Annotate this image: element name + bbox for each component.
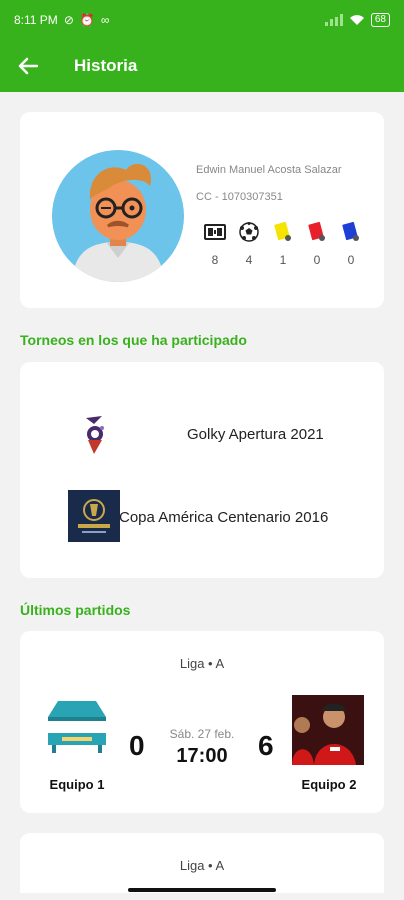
stat-red-cards: 0 <box>300 220 334 267</box>
torneos-card: Golky Apertura 2021 Copa América Centena… <box>20 362 384 578</box>
stats-row: 8 4 1 0 0 <box>198 220 368 267</box>
stat-value: 8 <box>211 253 219 267</box>
wifi-icon <box>349 15 364 25</box>
alarm-icon: ⏰ <box>79 13 95 27</box>
avatar <box>52 150 184 282</box>
partidos-section-title: Últimos partidos <box>20 602 131 618</box>
away-team-logo <box>292 695 364 765</box>
player-name: Edwin Manuel Acosta Salazar <box>196 164 342 176</box>
match-card[interactable]: Liga • A <box>20 833 384 893</box>
stat-value: 0 <box>347 253 355 267</box>
match-date: Sáb. 27 feb. <box>169 727 235 741</box>
home-indicator[interactable] <box>128 888 276 892</box>
blue-card-icon <box>342 221 359 241</box>
signal-icon <box>324 14 343 26</box>
stat-blue-cards: 0 <box>334 220 368 267</box>
torneos-section-title: Torneos en los que ha participado <box>20 332 247 348</box>
yellow-card-icon <box>274 221 291 241</box>
golky-logo <box>80 414 110 456</box>
app-bar: Historia <box>0 40 404 92</box>
torneo-item[interactable]: Copa América Centenario 2016 <box>20 490 384 544</box>
player-id: CC - 1070307351 <box>196 191 283 203</box>
scoreboard-icon <box>204 224 226 240</box>
copa-america-logo <box>68 490 120 542</box>
torneo-item[interactable]: Golky Apertura 2021 <box>20 412 384 458</box>
torneo-name: Copa América Centenario 2016 <box>119 509 329 526</box>
back-button[interactable] <box>0 40 56 92</box>
torneo-name: Golky Apertura 2021 <box>187 426 324 443</box>
status-bar: 8:11 PM ⊘ ⏰ ∞ 68 <box>0 0 404 40</box>
stat-value: 4 <box>245 253 253 267</box>
match-league: Liga • A <box>179 858 225 873</box>
stat-matches: 8 <box>198 220 232 267</box>
stat-value: 1 <box>279 253 287 267</box>
match-league: Liga • A <box>179 656 225 671</box>
status-time: 8:11 PM <box>14 13 58 27</box>
stat-value: 0 <box>313 253 321 267</box>
away-team-name: Equipo 2 <box>301 777 357 792</box>
red-card-icon <box>308 221 325 241</box>
profile-card: Edwin Manuel Acosta Salazar CC - 1070307… <box>20 112 384 308</box>
arrow-left-icon <box>18 57 38 75</box>
away-score: 6 <box>258 730 274 761</box>
soccer-ball-icon <box>239 222 259 242</box>
battery-icon: 68 <box>370 13 390 27</box>
home-team-logo <box>44 693 110 757</box>
home-score: 0 <box>129 730 145 761</box>
stat-yellow-cards: 1 <box>266 220 300 267</box>
voicemail-icon: ∞ <box>100 13 110 27</box>
stat-goals: 4 <box>232 220 266 267</box>
match-card[interactable]: Liga • A 0 Sáb. 27 feb. 17:00 6 Equipo 1… <box>20 631 384 813</box>
page-title: Historia <box>74 56 138 75</box>
do-not-disturb-icon: ⊘ <box>63 13 74 27</box>
home-team-name: Equipo 1 <box>49 777 105 792</box>
match-time: 17:00 <box>176 745 228 767</box>
